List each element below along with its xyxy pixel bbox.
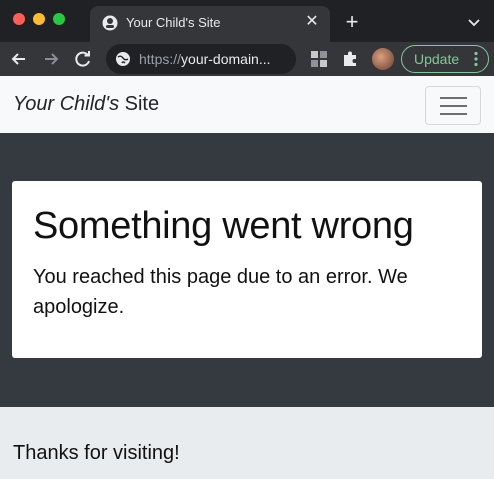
url-host: your-domain...: [181, 51, 271, 67]
puzzle-icon[interactable]: [340, 49, 360, 69]
close-window-button[interactable]: [13, 13, 25, 25]
minimize-window-button[interactable]: [33, 13, 45, 25]
reload-icon[interactable]: [72, 48, 94, 70]
update-label: Update: [414, 51, 460, 67]
tab-close-icon[interactable]: ✕: [302, 12, 322, 32]
brand-rest: Site: [119, 93, 160, 115]
footer-text: Thanks for visiting!: [13, 442, 180, 464]
site-info-icon[interactable]: [115, 51, 131, 67]
tab-search-icon[interactable]: [465, 13, 483, 31]
extension-grid-icon[interactable]: [309, 49, 329, 69]
new-tab-button[interactable]: +: [341, 11, 363, 33]
navbar-toggler-button[interactable]: [425, 86, 481, 125]
hero-section: Something went wrong You reached this pa…: [0, 133, 494, 407]
url-text: https://your-domain...: [139, 51, 289, 67]
tab-title: Your Child's Site: [126, 15, 221, 30]
back-arrow-icon[interactable]: [8, 48, 30, 70]
more-vert-icon[interactable]: [474, 51, 478, 67]
error-card: Something went wrong You reached this pa…: [12, 181, 482, 358]
browser-titlebar: Your Child's Site ✕ +: [0, 0, 494, 42]
tab-favicon-icon: [102, 15, 118, 31]
hamburger-line: [440, 113, 467, 115]
error-message: You reached this page due to an error. W…: [33, 266, 408, 318]
hamburger-line: [440, 105, 467, 107]
hamburger-line: [440, 97, 467, 99]
update-button[interactable]: Update: [401, 45, 489, 73]
url-scheme: https://: [139, 51, 182, 67]
error-title: Something went wrong: [33, 205, 414, 247]
zoom-window-button[interactable]: [53, 13, 65, 25]
browser-tab[interactable]: Your Child's Site ✕: [90, 6, 330, 42]
site-brand[interactable]: Your Child's Site: [13, 93, 159, 116]
site-navbar: Your Child's Site: [0, 76, 494, 133]
address-bar[interactable]: https://your-domain...: [106, 44, 296, 74]
profile-avatar[interactable]: [372, 48, 394, 70]
site-footer: Thanks for visiting!: [0, 407, 494, 479]
browser-toolbar: https://your-domain... Update: [0, 42, 494, 76]
brand-italic: Your Child's: [13, 93, 120, 115]
forward-arrow-icon[interactable]: [40, 48, 62, 70]
